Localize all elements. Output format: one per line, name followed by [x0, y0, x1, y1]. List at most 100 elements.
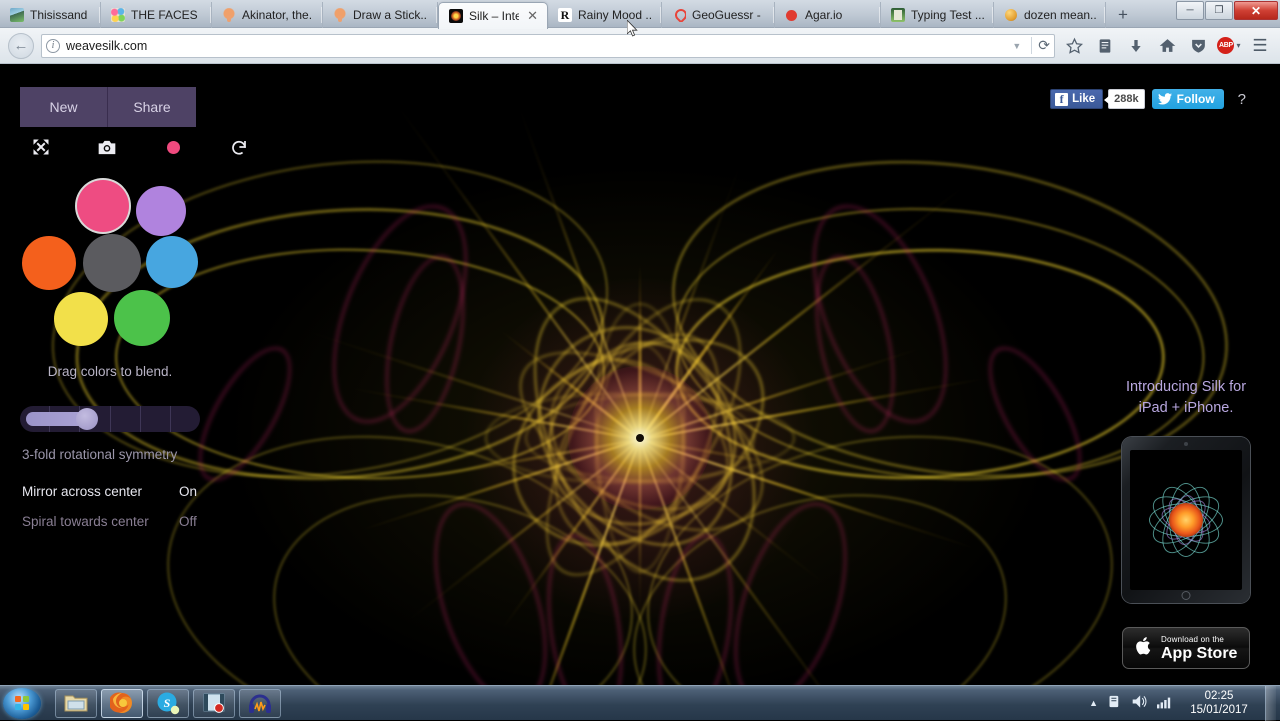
taskbar-skype[interactable]: S: [147, 688, 189, 718]
browser-tab-silk[interactable]: Silk – Inte... ✕: [438, 2, 548, 29]
color-swatch-purple[interactable]: [136, 186, 186, 236]
mandala-artwork: [1138, 472, 1234, 568]
taskbar-clock[interactable]: 02:25 15/01/2017: [1182, 689, 1256, 717]
toggle-label: Mirror across center: [22, 484, 143, 499]
tab-label: Draw a Stick...: [353, 8, 428, 22]
show-desktop-button[interactable]: [1265, 685, 1276, 721]
current-color-dot[interactable]: [162, 136, 184, 158]
taskbar-firefox[interactable]: [101, 688, 143, 718]
dozen-icon: [1004, 8, 1018, 22]
silk-ui-overlay: New Share Drag colors to blend. 3-fold r…: [0, 64, 1280, 685]
abp-caret-icon[interactable]: ▾: [1236, 41, 1240, 50]
color-swatch-gray[interactable]: [83, 234, 141, 292]
taskbar-screen-recorder[interactable]: [193, 688, 235, 718]
akinator-icon: [222, 8, 236, 22]
tab-strip: Thisissand THE FACES ... Akinator, the..…: [0, 0, 1280, 29]
silk-toggle-list: Mirror across center On Spiral towards c…: [22, 484, 202, 544]
browser-tab-agario[interactable]: Agar.io: [775, 2, 881, 28]
app-promo-panel: Introducing Silk for iPad + iPhone. Down…: [1120, 377, 1252, 669]
chevron-down-icon[interactable]: ▼: [1012, 41, 1025, 51]
adblock-plus-icon[interactable]: ABP ▾: [1217, 34, 1241, 58]
browser-tab-geoguessr[interactable]: GeoGuessr - ...: [662, 2, 775, 28]
undo-icon[interactable]: [228, 136, 250, 158]
clock-time: 02:25: [1204, 690, 1234, 702]
taskbar-file-explorer[interactable]: [55, 688, 97, 718]
clock-date: 15/01/2017: [1190, 704, 1248, 716]
app-store-badge[interactable]: Download on the App Store: [1122, 627, 1250, 669]
home-icon[interactable]: [1155, 34, 1179, 58]
action-center-icon[interactable]: [1107, 694, 1122, 712]
folder-icon: [64, 695, 88, 712]
site-info-icon[interactable]: i: [46, 38, 60, 53]
facebook-like-button[interactable]: f Like: [1050, 89, 1104, 109]
tab-close-icon[interactable]: ✕: [527, 10, 538, 23]
tab-label: THE FACES ...: [131, 8, 202, 22]
address-bar[interactable]: i weavesilk.com ▼ ⟳: [41, 33, 1055, 58]
taskbar-apps: S: [55, 688, 281, 718]
bookmark-star-icon[interactable]: [1062, 34, 1086, 58]
sand-icon: [10, 8, 24, 22]
toggle-spiral-towards-center[interactable]: Spiral towards center Off: [22, 514, 202, 544]
network-icon[interactable]: [1157, 695, 1173, 712]
help-button[interactable]: ?: [1238, 91, 1246, 108]
start-button[interactable]: [3, 687, 41, 719]
browser-tab-rainy-mood[interactable]: R Rainy Mood ...: [548, 2, 662, 28]
app-store-big-label: App Store: [1161, 644, 1238, 662]
reload-icon[interactable]: ⟳: [1031, 37, 1050, 54]
promo-line-1: Introducing Silk for: [1125, 379, 1247, 395]
browser-tab-draw-a-stickman[interactable]: Draw a Stick...: [323, 2, 438, 28]
camera-icon[interactable]: [96, 136, 118, 158]
slider-knob[interactable]: [76, 408, 98, 430]
symmetry-slider[interactable]: [20, 406, 200, 432]
color-swatch-yellow[interactable]: [54, 292, 108, 346]
hamburger-menu-icon[interactable]: ☰: [1248, 34, 1272, 58]
svg-text:S: S: [164, 696, 171, 710]
new-button[interactable]: New: [20, 87, 108, 127]
color-swatch-orange[interactable]: [22, 236, 76, 290]
audacity-icon: [249, 694, 271, 713]
skype-icon: S: [157, 692, 180, 715]
close-window-button[interactable]: ✕: [1234, 1, 1278, 20]
taskbar-audacity[interactable]: [239, 688, 281, 718]
toggle-label: Spiral towards center: [22, 514, 149, 529]
fullscreen-icon[interactable]: [30, 136, 52, 158]
browser-tab-typing-test[interactable]: Typing Test ...: [881, 2, 994, 28]
windows-logo-icon: [14, 695, 30, 711]
facebook-like-label: Like: [1072, 93, 1096, 105]
browser-tab-dozen[interactable]: dozen mean...: [994, 2, 1106, 28]
twitter-follow-button[interactable]: Follow: [1151, 89, 1224, 109]
share-button[interactable]: Share: [108, 87, 196, 127]
geoguessr-icon: [672, 8, 686, 22]
volume-icon[interactable]: [1131, 694, 1148, 712]
silk-icon: [449, 9, 463, 23]
tab-label: Rainy Mood ...: [578, 8, 652, 22]
library-icon[interactable]: [1093, 34, 1117, 58]
toggle-mirror-across-center[interactable]: Mirror across center On: [22, 484, 202, 514]
tab-label: Agar.io: [805, 8, 843, 22]
tray-overflow-icon[interactable]: ▲: [1089, 698, 1098, 708]
firefox-icon: [110, 692, 132, 713]
navigation-toolbar: ← i weavesilk.com ▼ ⟳ ABP ▾ ☰: [0, 28, 1280, 64]
pocket-shield-icon[interactable]: [1186, 34, 1210, 58]
restore-button[interactable]: ❐: [1205, 1, 1233, 20]
color-swatch-blue[interactable]: [146, 236, 198, 288]
windows-taskbar: S ▲ 02:25 15/01/2017: [0, 685, 1280, 721]
browser-tab-thisissand[interactable]: Thisissand: [0, 2, 101, 28]
color-swatch-pink[interactable]: [77, 180, 129, 232]
color-swatch-green[interactable]: [114, 290, 170, 346]
facebook-like-count: 288k: [1104, 89, 1145, 109]
abp-badge: ABP: [1217, 37, 1235, 54]
new-tab-button[interactable]: +: [1106, 2, 1140, 28]
download-icon[interactable]: [1124, 34, 1148, 58]
apple-logo-icon: [1135, 635, 1153, 661]
facebook-like-widget[interactable]: f Like 288k: [1050, 89, 1145, 109]
mouse-cursor: [626, 19, 638, 37]
url-text[interactable]: weavesilk.com: [66, 39, 1006, 53]
system-tray: ▲ 02:25 15/01/2017: [1089, 685, 1280, 721]
browser-tab-akinator[interactable]: Akinator, the...: [212, 2, 323, 28]
recorder-icon: [203, 693, 225, 713]
back-button[interactable]: ←: [8, 32, 34, 59]
minimize-button[interactable]: ─: [1176, 1, 1204, 20]
browser-tab-the-faces[interactable]: THE FACES ...: [101, 2, 212, 28]
promo-line-2: iPad + iPhone.: [1138, 400, 1234, 416]
